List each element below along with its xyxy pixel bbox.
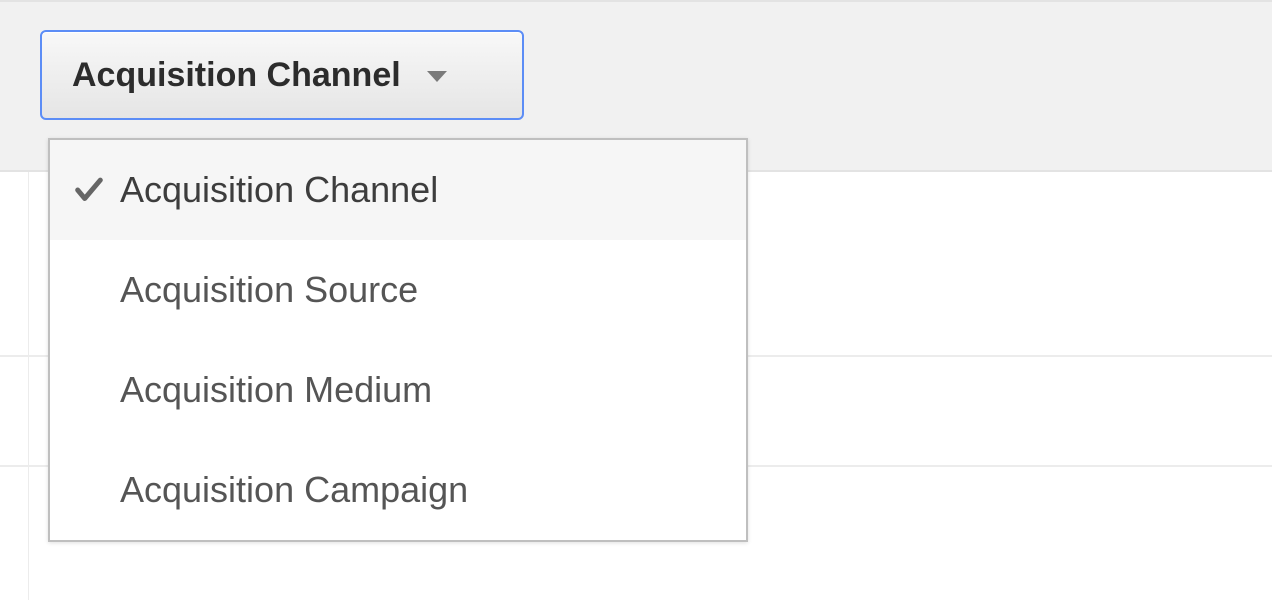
- chevron-down-icon: [427, 71, 447, 82]
- dropdown-option-acquisition-channel[interactable]: Acquisition Channel: [50, 140, 746, 240]
- dropdown-option-label: Acquisition Medium: [120, 369, 432, 411]
- dropdown-option-acquisition-source[interactable]: Acquisition Source: [50, 240, 746, 340]
- dimension-dropdown-button[interactable]: Acquisition Channel: [40, 30, 524, 120]
- dimension-dropdown-menu: Acquisition Channel Acquisition Source A…: [48, 138, 748, 542]
- column-divider: [28, 172, 29, 600]
- dropdown-option-label: Acquisition Campaign: [120, 469, 468, 511]
- dropdown-option-acquisition-medium[interactable]: Acquisition Medium: [50, 340, 746, 440]
- dimension-dropdown-label: Acquisition Channel: [72, 56, 401, 95]
- checkmark-icon: [72, 173, 106, 207]
- dropdown-option-acquisition-campaign[interactable]: Acquisition Campaign: [50, 440, 746, 540]
- dropdown-option-label: Acquisition Source: [120, 269, 418, 311]
- dropdown-option-label: Acquisition Channel: [120, 169, 438, 211]
